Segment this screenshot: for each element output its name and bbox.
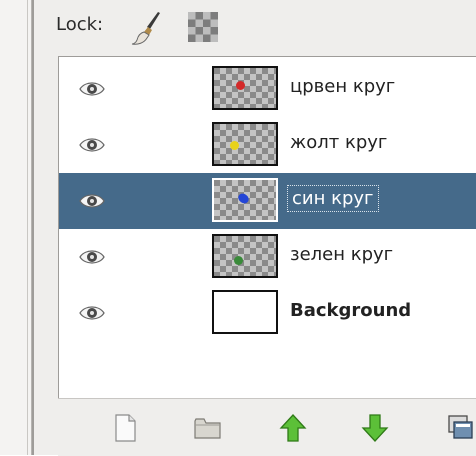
lock-pixels-brush-icon[interactable] bbox=[130, 10, 164, 46]
layer-thumbnail bbox=[212, 122, 278, 166]
layer-thumbnail bbox=[212, 66, 278, 110]
visibility-eye-icon[interactable] bbox=[79, 79, 105, 99]
layer-name[interactable]: зелен круг bbox=[290, 244, 393, 265]
layer-name[interactable]: црвен круг bbox=[290, 76, 395, 97]
layer-row-selected[interactable]: син круг bbox=[59, 173, 476, 229]
visibility-eye-icon[interactable] bbox=[79, 303, 105, 323]
layers-dock-panel: Lock: црвен круг жолт круг син круг зеле… bbox=[32, 0, 476, 456]
layer-row[interactable]: жолт круг bbox=[59, 117, 476, 173]
layers-toolbar bbox=[58, 398, 476, 456]
layer-thumbnail bbox=[212, 234, 278, 278]
layer-name[interactable]: син круг bbox=[287, 185, 379, 212]
new-group-icon[interactable] bbox=[193, 413, 223, 443]
circle-dot bbox=[234, 256, 243, 265]
circle-dot bbox=[236, 191, 251, 206]
visibility-eye-icon[interactable] bbox=[79, 247, 105, 267]
layer-thumbnail bbox=[212, 178, 278, 222]
circle-dot bbox=[236, 81, 245, 90]
visibility-eye-icon[interactable] bbox=[79, 191, 105, 211]
duplicate-layer-icon[interactable] bbox=[446, 413, 476, 443]
layers-list[interactable]: црвен круг жолт круг син круг зелен круг… bbox=[58, 56, 476, 399]
layer-name[interactable]: Background bbox=[290, 300, 411, 321]
lock-label: Lock: bbox=[56, 14, 104, 35]
lock-alpha-checker-icon[interactable] bbox=[188, 12, 218, 42]
layer-row[interactable]: Background bbox=[59, 285, 476, 341]
layer-row[interactable]: зелен круг bbox=[59, 229, 476, 285]
layer-thumbnail bbox=[212, 290, 278, 334]
left-edge-strip bbox=[0, 0, 32, 455]
lower-layer-icon[interactable] bbox=[360, 413, 390, 443]
edge-rail bbox=[27, 0, 28, 455]
layer-name[interactable]: жолт круг bbox=[290, 132, 387, 153]
new-layer-icon[interactable] bbox=[110, 413, 140, 443]
raise-layer-icon[interactable] bbox=[278, 413, 308, 443]
layer-row[interactable]: црвен круг bbox=[59, 61, 476, 117]
lock-row: Lock: bbox=[34, 0, 476, 56]
visibility-eye-icon[interactable] bbox=[79, 135, 105, 155]
circle-dot bbox=[230, 141, 239, 150]
